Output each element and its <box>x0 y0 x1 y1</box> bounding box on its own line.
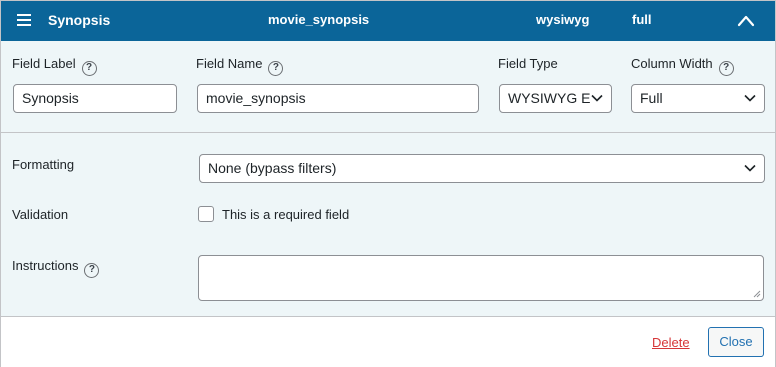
field-type-value: WYSIWYG E <box>508 90 591 106</box>
delete-link[interactable]: Delete <box>652 335 690 350</box>
hamburger-menu-icon[interactable] <box>17 14 31 26</box>
help-icon[interactable]: ? <box>84 263 100 278</box>
help-icon[interactable]: ? <box>81 61 97 76</box>
help-icon[interactable]: ? <box>718 61 734 76</box>
field-name-label: Field Name? <box>196 56 284 76</box>
column-width-value: Full <box>640 90 663 106</box>
column-width-select[interactable]: Full <box>631 84 765 113</box>
field-type-label: Field Type <box>498 56 558 71</box>
instructions-textarea[interactable] <box>198 255 764 301</box>
resize-grip-icon[interactable] <box>753 290 761 298</box>
header-field-type: wysiwyg <box>536 12 590 27</box>
instructions-label: Instructions? <box>12 258 100 278</box>
header-field-width: full <box>632 12 652 27</box>
field-type-select[interactable]: WYSIWYG E <box>499 84 612 113</box>
formatting-label: Formatting <box>12 157 75 172</box>
help-icon[interactable]: ? <box>268 61 284 76</box>
field-name-input[interactable]: movie_synopsis <box>197 84 479 113</box>
validation-label: Validation <box>12 207 69 222</box>
header-field-name: movie_synopsis <box>268 12 370 27</box>
required-field-checkbox[interactable] <box>198 206 214 222</box>
chevron-down-icon <box>744 94 756 102</box>
chevron-down-icon <box>591 94 603 102</box>
required-field-label[interactable]: This is a required field <box>222 207 349 222</box>
field-settings-panel: Synopsis movie_synopsis wysiwyg full Fie… <box>0 0 776 367</box>
formatting-select[interactable]: None (bypass filters) <box>199 154 765 183</box>
field-label-input[interactable]: Synopsis <box>13 84 177 113</box>
close-button[interactable]: Close <box>708 327 764 357</box>
section-divider <box>1 132 775 133</box>
chevron-down-icon <box>744 164 756 172</box>
field-header-bar[interactable]: Synopsis movie_synopsis wysiwyg full <box>1 1 775 41</box>
column-width-label: Column Width? <box>631 56 734 76</box>
header-field-title[interactable]: Synopsis <box>48 12 110 28</box>
field-label-label: Field Label? <box>12 56 97 76</box>
chevron-up-icon[interactable] <box>736 11 756 31</box>
formatting-value: None (bypass filters) <box>208 160 337 176</box>
